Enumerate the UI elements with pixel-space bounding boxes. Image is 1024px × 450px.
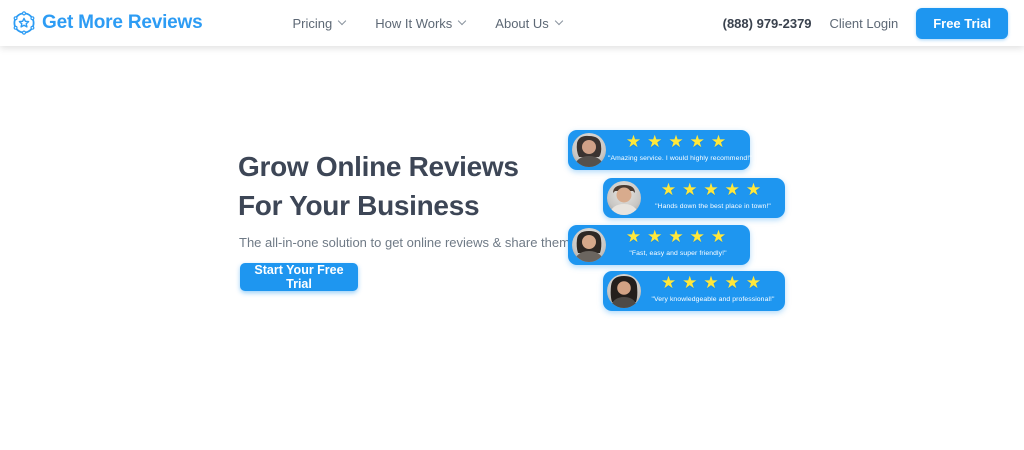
review-quote: "Very knowledgeable and professional!"	[643, 296, 783, 303]
star-rating: ★★★★★	[612, 131, 746, 153]
badge-star-icon	[12, 11, 36, 35]
brand-logo[interactable]: Get More Reviews	[12, 11, 202, 35]
review-card: ★★★★★ "Fast, easy and super friendly!"	[568, 225, 750, 265]
nav-item-how-it-works[interactable]: How It Works	[375, 16, 465, 31]
hero-title: Grow Online Reviews For Your Business	[238, 147, 519, 225]
start-free-trial-button[interactable]: Start Your Free Trial	[240, 263, 358, 291]
star-rating: ★★★★★	[647, 272, 781, 294]
landing-page: Get More Reviews Pricing How It Works Ab…	[0, 0, 1024, 450]
review-card: ★★★★★ "Very knowledgeable and profession…	[603, 271, 785, 311]
reviewer-avatar	[607, 181, 641, 215]
hero-title-line2: For Your Business	[238, 186, 519, 225]
review-quote: "Amazing service. I would highly recomme…	[608, 155, 748, 162]
reviewer-avatar	[572, 133, 606, 167]
review-card: ★★★★★ "Amazing service. I would highly r…	[568, 130, 750, 170]
client-login-link[interactable]: Client Login	[830, 16, 899, 31]
review-quote: "Hands down the best place in town!"	[643, 203, 783, 210]
nav-item-about-us[interactable]: About Us	[495, 16, 561, 31]
chevron-down-icon	[555, 17, 563, 25]
reviewer-avatar	[572, 228, 606, 262]
nav-item-label: About Us	[495, 16, 548, 31]
chevron-down-icon	[338, 17, 346, 25]
star-rating: ★★★★★	[647, 179, 781, 201]
review-quote: "Fast, easy and super friendly!"	[608, 250, 748, 257]
phone-number: (888) 979-2379	[723, 16, 812, 31]
top-navbar: Get More Reviews Pricing How It Works Ab…	[0, 0, 1024, 46]
star-rating: ★★★★★	[612, 226, 746, 248]
reviewer-avatar	[607, 274, 641, 308]
nav-item-label: Pricing	[292, 16, 332, 31]
free-trial-button[interactable]: Free Trial	[916, 8, 1008, 39]
nav-item-pricing[interactable]: Pricing	[292, 16, 345, 31]
review-card: ★★★★★ "Hands down the best place in town…	[603, 178, 785, 218]
main-nav: Pricing How It Works About Us	[292, 16, 561, 31]
brand-name: Get More Reviews	[42, 12, 202, 34]
chevron-down-icon	[458, 17, 466, 25]
nav-item-label: How It Works	[375, 16, 452, 31]
hero-title-line1: Grow Online Reviews	[238, 147, 519, 186]
header-actions: (888) 979-2379 Client Login Free Trial	[723, 8, 1008, 39]
